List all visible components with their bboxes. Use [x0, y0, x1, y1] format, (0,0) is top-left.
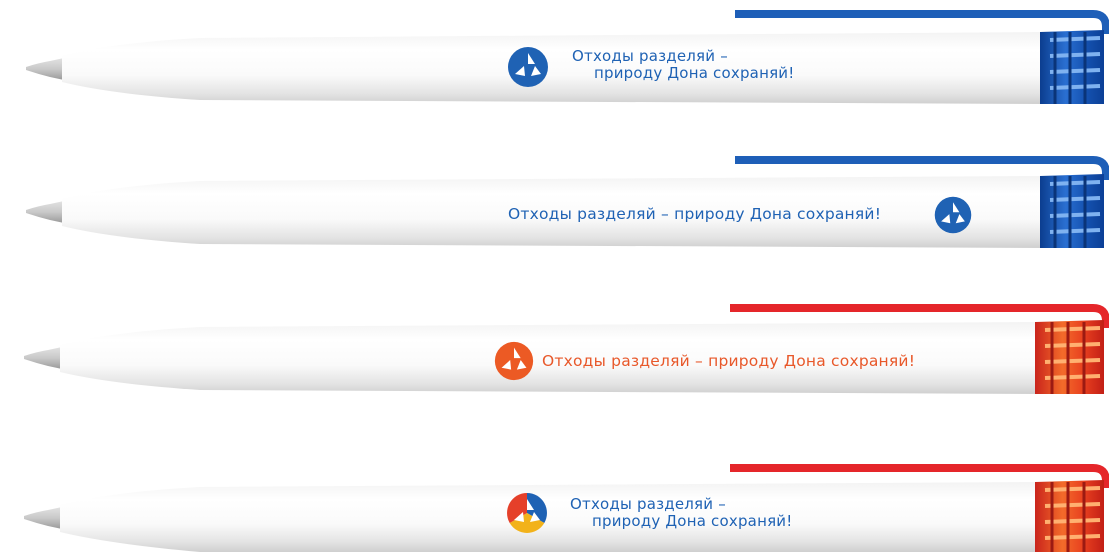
pen-top-cap — [1035, 320, 1104, 394]
pen-4-body — [24, 464, 1109, 552]
pen-top-cap — [1040, 174, 1104, 248]
slogan-line-2: природу Дона сохраняй! — [594, 64, 795, 82]
slogan-line-2: природу Дона сохраняй! — [592, 512, 793, 530]
slogan-one-line: Отходы разделяй – природу Дона сохраняй! — [508, 205, 882, 223]
slogan-line-1: Отходы разделяй – — [570, 495, 726, 513]
pen-3: Отходы разделяй – природу Дона сохраняй! — [0, 294, 1109, 414]
pen-tip — [26, 58, 64, 80]
pen-tip — [24, 507, 62, 529]
pen-2: Отходы разделяй – природу Дона сохраняй! — [0, 148, 1109, 268]
pen-barrel — [62, 32, 1045, 104]
pen-1-body — [26, 10, 1109, 104]
pen-tip — [24, 347, 62, 369]
pen-barrel — [60, 482, 1040, 552]
slogan-one-line: Отходы разделяй – природу Дона сохраняй! — [542, 352, 916, 370]
pen-clip — [735, 10, 1109, 34]
recycle-logo-blue — [508, 47, 548, 87]
pen-top-cap — [1040, 30, 1104, 104]
recycle-logo-blue — [934, 196, 972, 234]
pen-top-cap — [1035, 480, 1104, 552]
recycle-logo-multicolor — [507, 493, 547, 533]
slogan-two-line: Отходы разделяй – природу Дона сохраняй! — [572, 48, 794, 82]
pen-1: Отходы разделяй – природу Дона сохраняй! — [0, 0, 1109, 120]
pen-4: Отходы разделяй – природу Дона сохраняй! — [0, 456, 1109, 552]
recycle-logo-orange — [494, 341, 534, 381]
slogan-two-line: Отходы разделяй – природу Дона сохраняй! — [570, 496, 792, 530]
pen-tip — [26, 201, 64, 223]
slogan-line-1: Отходы разделяй – — [572, 47, 728, 65]
